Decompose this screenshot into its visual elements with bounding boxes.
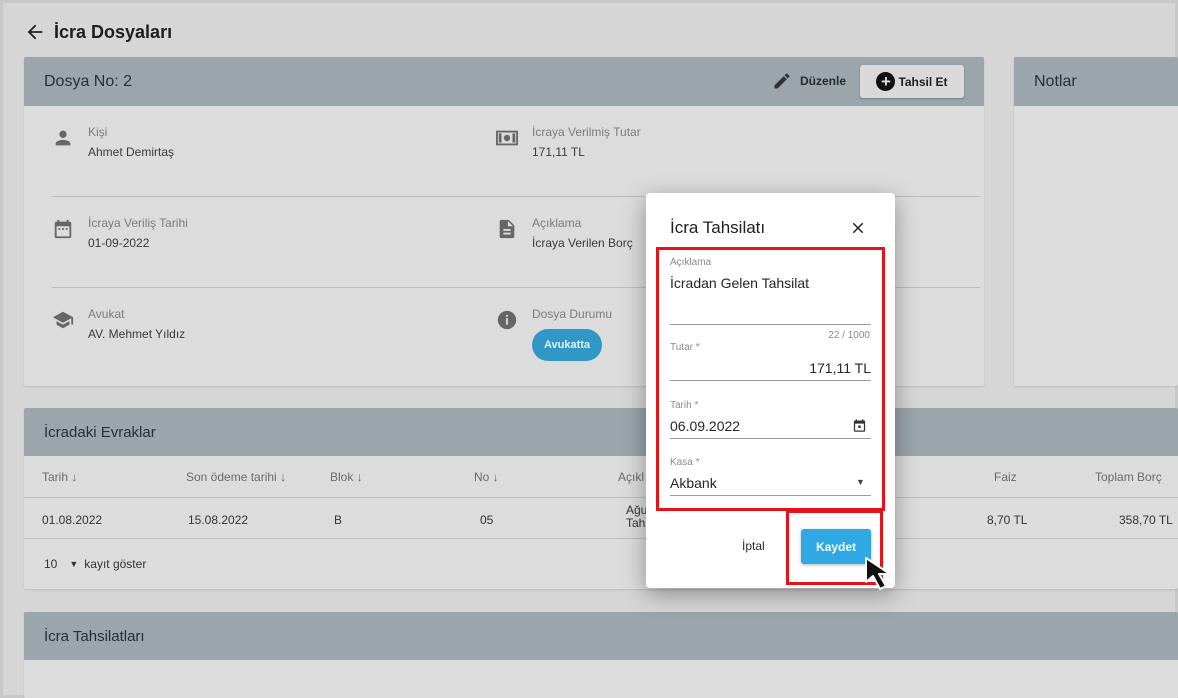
cashbox-select-value: Akbank [670,475,717,491]
amount-input-label: Tutar * [670,342,700,353]
input-underline [670,380,871,381]
description-input-value: İcradan Gelen Tahsilat [670,275,810,291]
mouse-pointer-icon [865,557,891,590]
date-input-value: 06.09.2022 [670,418,741,434]
char-counter: 22 / 1000 [828,330,870,341]
dialog-title: İcra Tahsilatı [670,218,766,237]
date-input-label: Tarih * [670,400,699,411]
calendar-icon[interactable] [852,418,867,433]
amount-input-value: 171,11 TL [809,360,871,376]
input-underline [670,495,871,496]
collection-dialog: İcra Tahsilatı Açıklama İcradan Gelen Ta… [646,193,895,588]
modal-backdrop[interactable] [0,0,1178,698]
description-input-label: Açıklama [670,257,712,268]
close-icon[interactable] [849,219,867,237]
input-underline [670,324,871,325]
cancel-button[interactable]: İptal [742,539,765,553]
dropdown-arrow-icon: ▼ [856,477,865,487]
cashbox-select-label: Kasa * [670,457,700,468]
save-button[interactable]: Kaydet [801,529,871,564]
input-underline [670,438,871,439]
